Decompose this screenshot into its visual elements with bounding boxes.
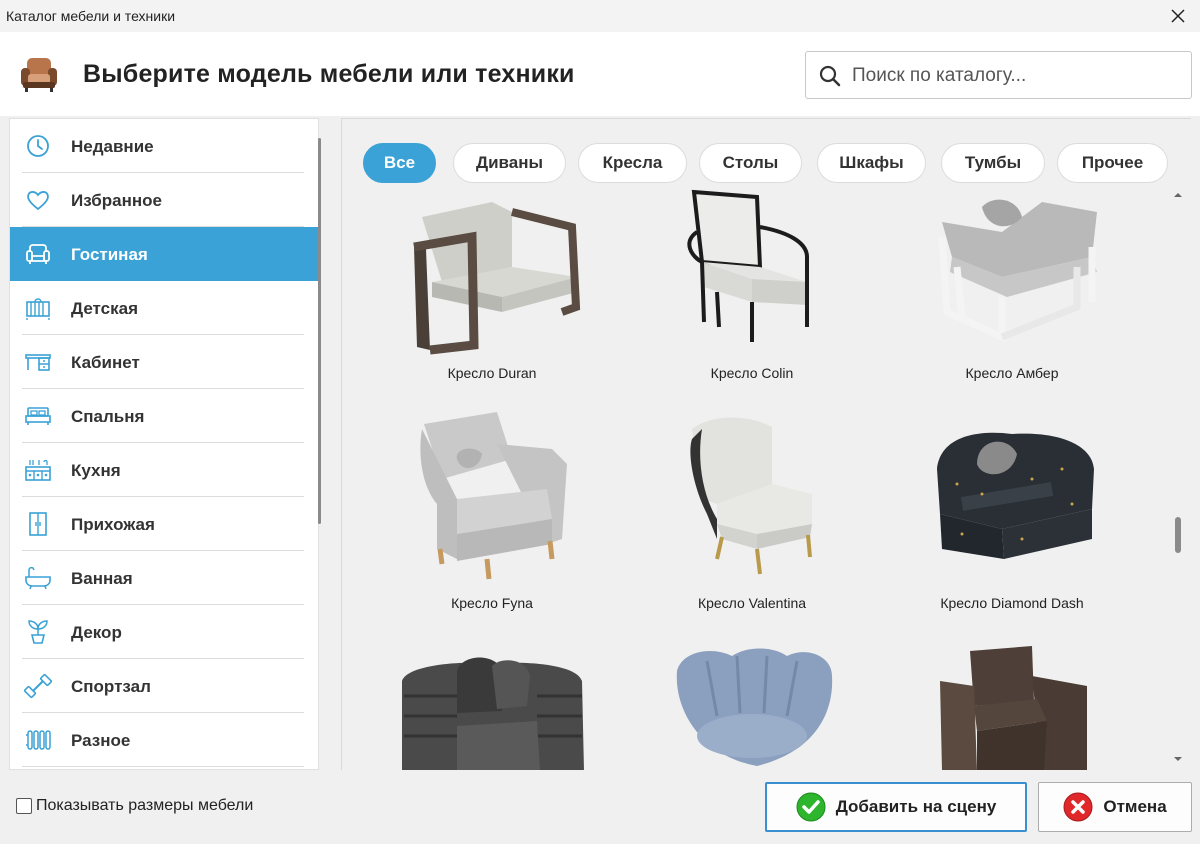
sidebar-item-label: Ванная (71, 569, 133, 588)
armchair-shell-image (676, 648, 833, 766)
filter-cabinets[interactable]: Шкафы (817, 143, 926, 183)
dumbbell-icon (24, 673, 52, 699)
close-button[interactable] (1166, 4, 1190, 28)
kitchen-icon (25, 459, 51, 481)
cancel-button[interactable]: Отмена (1038, 782, 1192, 832)
bathtub-icon (25, 566, 51, 590)
item-name: Кресло Амбер (965, 365, 1059, 381)
add-to-scene-button[interactable]: Добавить на сцену (765, 782, 1027, 832)
sidebar-item-label: Спортзал (71, 677, 151, 696)
catalog-item[interactable]: Кресло Colin (622, 187, 882, 407)
sidebar-item-label: Декор (71, 623, 122, 642)
sidebar-item-bedroom[interactable]: Спальня (10, 389, 318, 443)
sidebar-item-label: Детская (71, 299, 138, 318)
desk-icon (25, 354, 51, 371)
check-circle-icon (796, 792, 826, 822)
sidebar-item-misc[interactable]: Разное (10, 713, 318, 767)
item-name: Кресло Diamond Dash (940, 595, 1084, 611)
item-name: Кресло Duran (447, 365, 537, 381)
filter-nightstands[interactable]: Тумбы (941, 143, 1045, 183)
sidebar-item-recent[interactable]: Недавние (10, 119, 318, 173)
catalog-scrollbar[interactable] (1170, 186, 1186, 770)
window-title: Каталог мебели и техники (6, 8, 176, 24)
armchair-logo-icon (21, 58, 57, 92)
sidebar-item-bathroom[interactable]: Ванная (10, 551, 318, 605)
scroll-thumb[interactable] (1175, 517, 1181, 553)
armchair-diamond-dash-image (937, 432, 1094, 559)
armchair-fyna-image (420, 412, 567, 580)
catalog-item[interactable] (882, 641, 1142, 770)
sidebar-item-label: Кухня (71, 461, 121, 480)
item-name: Кресло Fyna (451, 595, 533, 611)
armchair-colin-image (687, 189, 809, 342)
crib-icon (26, 298, 50, 320)
sofa-icon (26, 244, 50, 264)
wardrobe-icon (29, 512, 47, 536)
filter-sofas[interactable]: Диваны (453, 143, 566, 183)
add-to-scene-label: Добавить на сцену (835, 797, 997, 816)
item-name: Кресло Valentina (697, 595, 807, 611)
show-sizes-checkbox[interactable]: Показывать размеры мебели (16, 797, 253, 815)
catalog-item[interactable]: Кресло Fyna (362, 409, 622, 629)
catalog-grid: Все Диваны Кресла Столы Шкафы Тумбы Проч… (341, 118, 1191, 770)
clock-icon (27, 135, 49, 157)
title-bar: Каталог мебели и техники (0, 0, 1200, 32)
catalog-item[interactable]: Кресло Амбер (882, 187, 1142, 407)
sidebar-item-kitchen[interactable]: Кухня (10, 443, 318, 497)
sidebar-item-label: Спальня (71, 407, 145, 426)
page-title: Выберите модель мебели или техники (83, 60, 575, 88)
scroll-up-icon[interactable] (1173, 190, 1183, 200)
dialog-header: Выберите модель мебели или техники (0, 32, 1200, 116)
heart-icon (27, 191, 49, 211)
cancel-circle-icon (1063, 792, 1093, 822)
item-name: Кресло Colin (710, 365, 794, 381)
plant-icon (28, 620, 48, 644)
sidebar-item-label: Недавние (71, 137, 154, 156)
sidebar-item-favorites[interactable]: Избранное (10, 173, 318, 227)
catalog-item[interactable] (622, 641, 882, 770)
category-sidebar: Недавние Избранное Гостиная Детская Каби… (9, 118, 319, 770)
search-input[interactable] (852, 62, 1182, 90)
close-icon (1171, 9, 1185, 23)
sidebar-item-living-room[interactable]: Гостиная (10, 227, 318, 281)
sidebar-item-label: Кабинет (71, 353, 140, 372)
sidebar-item-label: Гостиная (71, 245, 148, 264)
catalog-item[interactable]: Кресло Duran (362, 187, 622, 407)
armchair-dark-image (402, 657, 584, 770)
sidebar-item-office[interactable]: Кабинет (10, 335, 318, 389)
filter-all[interactable]: Все (363, 143, 436, 183)
sidebar-scrollbar[interactable] (318, 138, 321, 524)
search-icon (819, 65, 841, 87)
catalog-item[interactable]: Кресло Valentina (622, 409, 882, 629)
armchair-duran-image (413, 202, 581, 355)
bed-icon (25, 407, 51, 425)
show-sizes-label: Показывать размеры мебели (36, 797, 254, 814)
sidebar-item-gym[interactable]: Спортзал (10, 659, 318, 713)
search-box[interactable] (805, 51, 1192, 99)
scroll-down-icon[interactable] (1173, 754, 1183, 764)
sidebar-item-hallway[interactable]: Прихожая (10, 497, 318, 551)
armchair-amber-image (938, 199, 1097, 343)
filter-other[interactable]: Прочее (1057, 143, 1168, 183)
filter-armchairs[interactable]: Кресла (578, 143, 687, 183)
filter-tables[interactable]: Столы (699, 143, 802, 183)
radiator-icon (26, 730, 51, 750)
checkbox-box[interactable] (16, 798, 32, 814)
sidebar-item-decor[interactable]: Декор (10, 605, 318, 659)
sidebar-item-label: Прихожая (71, 515, 155, 534)
cancel-label: Отмена (1103, 797, 1167, 816)
catalog-item[interactable]: Кресло Diamond Dash (882, 409, 1142, 629)
sidebar-item-label: Избранное (71, 191, 162, 210)
armchair-brown-image (940, 646, 1087, 770)
sidebar-item-kids-room[interactable]: Детская (10, 281, 318, 335)
catalog-item[interactable] (362, 641, 622, 770)
sidebar-item-label: Разное (71, 731, 131, 750)
armchair-valentina-image (690, 417, 812, 575)
